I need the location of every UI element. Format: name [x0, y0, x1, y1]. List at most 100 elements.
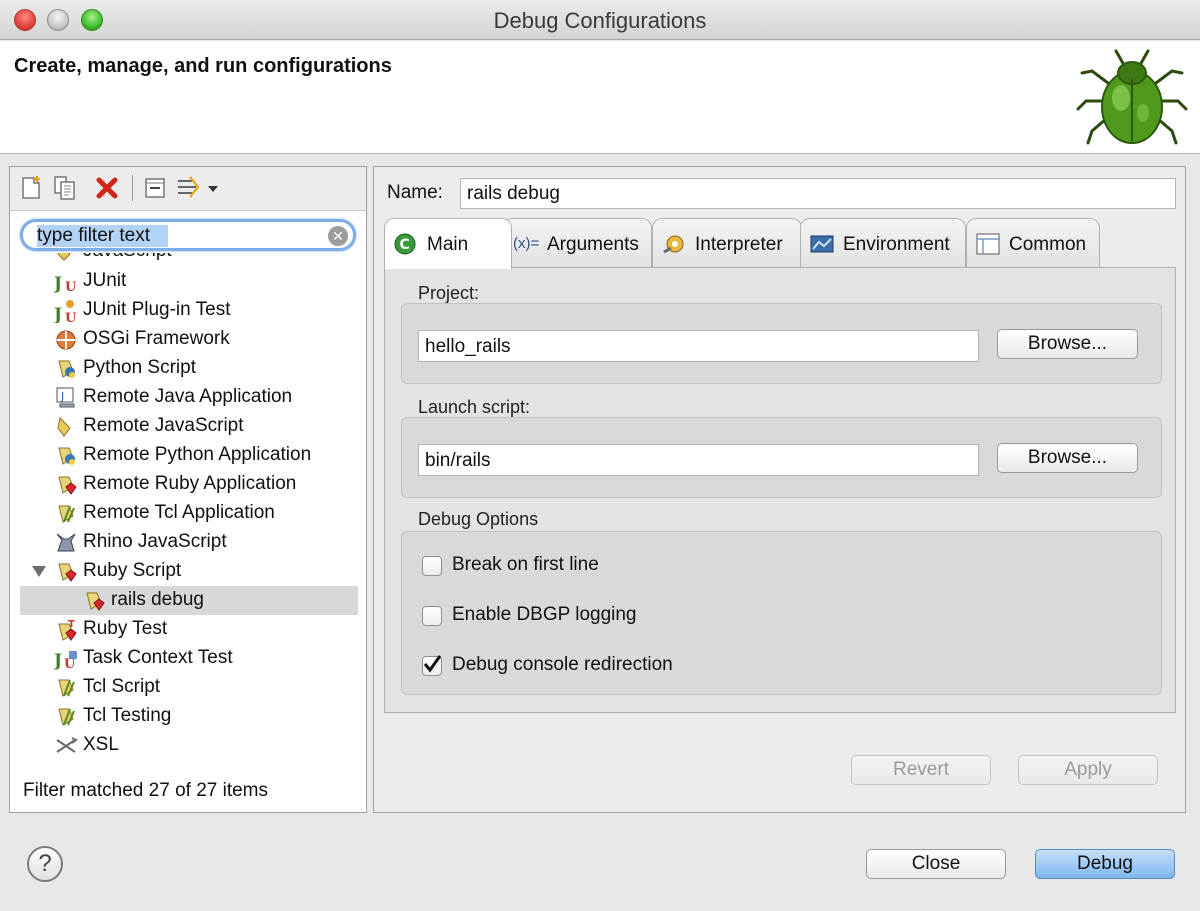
- tab-label: Main: [427, 234, 469, 255]
- interpreter-icon: [663, 235, 684, 254]
- expand-chevron-down-icon[interactable]: [32, 566, 46, 577]
- debug-console-redirection-checkbox[interactable]: [422, 655, 442, 676]
- svg-text:J: J: [54, 274, 62, 294]
- clear-filter-icon[interactable]: ✕: [328, 226, 348, 246]
- break-on-first-line-checkbox[interactable]: [422, 556, 442, 576]
- junit-icon: JU: [54, 274, 77, 294]
- configuration-editor-panel: Name: rails debug C Main (x)= Arguments …: [373, 166, 1186, 813]
- filter-status: Filter matched 27 of 27 items: [23, 780, 268, 801]
- tab-label: Common: [1009, 234, 1087, 255]
- tree-item-osgi-framework[interactable]: OSGi Framework: [10, 325, 366, 354]
- configuration-list-panel: ✕ JavaScript JU JUnit JU JUnit Plug-in T…: [9, 166, 367, 813]
- svg-text:U: U: [65, 280, 77, 294]
- launch-script-label: Launch script:: [418, 397, 531, 417]
- filter-configurations-icon[interactable]: [176, 175, 202, 201]
- project-field[interactable]: hello_rails: [418, 330, 979, 362]
- launch-script-field[interactable]: bin/rails: [418, 444, 979, 476]
- name-field[interactable]: rails debug: [460, 178, 1176, 209]
- debug-options-label: Debug Options: [418, 509, 539, 529]
- duplicate-icon[interactable]: [52, 175, 78, 201]
- tree-item-label: JavaScript: [83, 253, 172, 262]
- ruby-script-icon: [58, 563, 77, 582]
- tree-item-label: Task Context Test: [83, 647, 233, 668]
- filter-input[interactable]: [37, 224, 327, 248]
- collapse-all-icon[interactable]: [142, 175, 168, 201]
- svg-text:J: J: [60, 390, 64, 403]
- remote-python-icon: [58, 447, 75, 465]
- osgi-icon: [56, 330, 76, 350]
- junit-plugin-icon: JU: [54, 300, 77, 323]
- tree-item-ruby-test[interactable]: T Ruby Test: [10, 615, 366, 644]
- tree-item-label: XSL: [83, 734, 119, 755]
- toolbar-separator: [132, 175, 133, 201]
- configuration-tabs: C Main (x)= Arguments Interpreter Enviro…: [384, 218, 1176, 713]
- xsl-icon: [56, 737, 78, 753]
- bug-icon: [1076, 49, 1188, 145]
- tree-item-label: Ruby Script: [83, 560, 182, 581]
- tab-main[interactable]: C Main: [384, 218, 512, 269]
- view-menu-chevron-down-icon[interactable]: [206, 175, 220, 201]
- tree-item-label: Remote Java Application: [83, 386, 293, 407]
- launch-script-browse-button[interactable]: Browse...: [997, 443, 1138, 473]
- new-configuration-icon[interactable]: [18, 175, 44, 201]
- tree-item-javascript[interactable]: JavaScript: [10, 253, 366, 266]
- svg-text:T: T: [68, 619, 75, 630]
- tree-item-label: Tcl Script: [83, 676, 161, 697]
- main-tab-icon: C: [394, 233, 416, 255]
- environment-icon: [810, 235, 834, 253]
- project-browse-button[interactable]: Browse...: [997, 329, 1138, 359]
- common-icon: [976, 233, 1000, 255]
- tree-item-task-context-test[interactable]: JU Task Context Test: [10, 644, 366, 673]
- tcl-script-icon: [58, 679, 75, 697]
- tree-item-label: Remote JavaScript: [83, 415, 244, 436]
- arguments-icon: (x)=: [513, 235, 540, 252]
- delete-icon[interactable]: [94, 175, 120, 201]
- tab-label: Arguments: [547, 234, 639, 255]
- tree-item-python-script[interactable]: Python Script: [10, 354, 366, 383]
- enable-dbgp-logging-label: Enable DBGP logging: [452, 604, 637, 625]
- tree-item-rhino-javascript[interactable]: Rhino JavaScript: [10, 528, 366, 557]
- tab-environment[interactable]: Environment: [800, 218, 966, 268]
- project-label: Project:: [418, 283, 480, 303]
- tcl-testing-icon: [58, 708, 75, 726]
- svg-text:C: C: [400, 237, 410, 253]
- javascript-icon: [57, 253, 71, 261]
- tab-arguments[interactable]: (x)= Arguments: [502, 218, 652, 268]
- close-button[interactable]: Close: [866, 849, 1006, 879]
- tree-item-junit[interactable]: JU JUnit: [10, 267, 366, 296]
- name-label: Name:: [387, 182, 443, 203]
- tab-interpreter[interactable]: Interpreter: [652, 218, 802, 268]
- tree-item-rails-debug[interactable]: rails debug: [20, 586, 358, 615]
- tree-item-tcl-script[interactable]: Tcl Script: [10, 673, 366, 702]
- help-icon[interactable]: ?: [27, 846, 63, 882]
- apply-button[interactable]: Apply: [1018, 755, 1158, 785]
- tree-item-remote-ruby-application[interactable]: Remote Ruby Application: [10, 470, 366, 499]
- debug-button[interactable]: Debug: [1035, 849, 1175, 879]
- header-banner: Create, manage, and run configurations: [0, 41, 1200, 154]
- tree-item-ruby-script[interactable]: Ruby Script: [10, 557, 366, 586]
- rhino-icon: [56, 533, 76, 552]
- tree-item-remote-python-application[interactable]: Remote Python Application: [10, 441, 366, 470]
- filter-search-field[interactable]: ✕: [20, 219, 356, 251]
- tree-item-junit-plugin-test[interactable]: JU JUnit Plug-in Test: [10, 296, 366, 325]
- enable-dbgp-logging-checkbox[interactable]: [422, 606, 442, 626]
- revert-button[interactable]: Revert: [851, 755, 991, 785]
- remote-ruby-icon: [58, 476, 77, 495]
- svg-text:U: U: [65, 311, 77, 323]
- configuration-tree: JavaScript JU JUnit JU JUnit Plug-in Tes…: [10, 253, 366, 773]
- tree-item-remote-java-application[interactable]: J Remote Java Application: [10, 383, 366, 412]
- tree-item-label: Ruby Test: [83, 618, 168, 639]
- tree-item-tcl-testing[interactable]: Tcl Testing: [10, 702, 366, 731]
- main-tab-content: Project: hello_rails Browse... Launch sc…: [384, 267, 1176, 713]
- window-title: Debug Configurations: [493, 8, 707, 33]
- tab-common[interactable]: Common: [966, 218, 1100, 268]
- project-group: hello_rails Browse...: [401, 303, 1162, 384]
- tree-item-remote-javascript[interactable]: Remote JavaScript: [10, 412, 366, 441]
- svg-text:J: J: [54, 305, 62, 323]
- tree-item-label: Tcl Testing: [83, 705, 172, 726]
- tree-item-label: JUnit: [83, 270, 127, 291]
- tree-item-remote-tcl-application[interactable]: Remote Tcl Application: [10, 499, 366, 528]
- svg-text:U: U: [64, 657, 76, 671]
- tree-item-label: Python Script: [83, 357, 196, 378]
- tree-item-xsl[interactable]: XSL: [10, 731, 366, 760]
